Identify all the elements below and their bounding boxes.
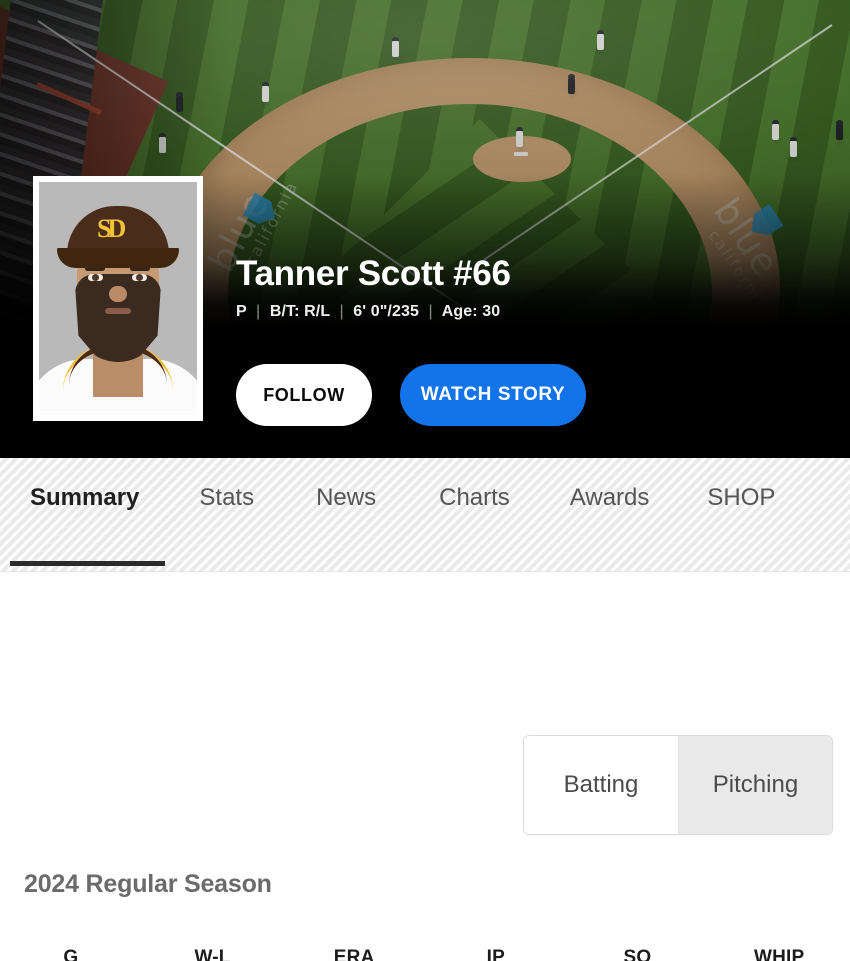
follow-button[interactable]: FOLLOW [236, 364, 372, 426]
player-headshot-frame[interactable]: SD [33, 176, 203, 421]
player-bats-throws: B/T: R/L [269, 302, 330, 320]
page-title: Tanner Scott #66 [236, 254, 511, 293]
player-info: Tanner Scott #66 P | B/T: R/L | 6' 0"/23… [236, 254, 511, 321]
mouth [105, 308, 131, 314]
season-stats-table: G W-L ERA IP SO WHIP 44 6-5 1.18 45.2 53… [0, 947, 850, 961]
stat-type-toggle: Batting Pitching [523, 735, 833, 835]
hero-action-buttons: FOLLOW WATCH STORY [236, 364, 586, 426]
season-heading: 2024 Regular Season [24, 870, 272, 898]
player-headshot: SD [39, 182, 197, 415]
meta-divider: | [428, 302, 433, 320]
player-height-weight: 6' 0"/235 [353, 302, 419, 320]
sd-logo-icon: SD [97, 214, 126, 243]
tab-shop[interactable]: SHOP [649, 484, 775, 512]
right-eye [132, 274, 147, 281]
tab-stats[interactable]: Stats [139, 484, 254, 512]
segment-batting[interactable]: Batting [524, 736, 678, 834]
table-header-row: G W-L ERA IP SO WHIP [0, 947, 850, 961]
col-header-whip: WHIP [753, 947, 805, 961]
meta-divider: | [256, 302, 261, 320]
tab-charts[interactable]: Charts [376, 484, 510, 512]
active-tab-indicator [10, 561, 165, 566]
tab-summary[interactable]: Summary [0, 484, 139, 512]
player-hero-banner: blue california blue california [0, 0, 850, 458]
col-header-era: ERA [333, 947, 375, 961]
col-header-wl: W-L [194, 947, 231, 961]
tab-list: Summary Stats News Charts Awards SHOP [0, 458, 850, 512]
player-position: P [236, 302, 247, 320]
cap-brim [57, 248, 179, 268]
section-tabs: Summary Stats News Charts Awards SHOP [0, 458, 850, 572]
tab-news[interactable]: News [254, 484, 376, 512]
tab-awards[interactable]: Awards [510, 484, 650, 512]
watch-story-button[interactable]: WATCH STORY [400, 364, 586, 426]
player-meta-line: P | B/T: R/L | 6' 0"/235 | Age: 30 [236, 303, 511, 321]
segment-pitching[interactable]: Pitching [678, 736, 832, 834]
col-header-g: G [63, 947, 79, 961]
left-eye [88, 274, 103, 281]
meta-divider: | [339, 302, 344, 320]
col-header-so: SO [623, 947, 652, 961]
nose [109, 286, 127, 302]
player-age: Age: 30 [441, 302, 501, 320]
col-header-ip: IP [486, 947, 505, 961]
summary-content: Batting Pitching 2024 Regular Season G W… [0, 572, 850, 961]
